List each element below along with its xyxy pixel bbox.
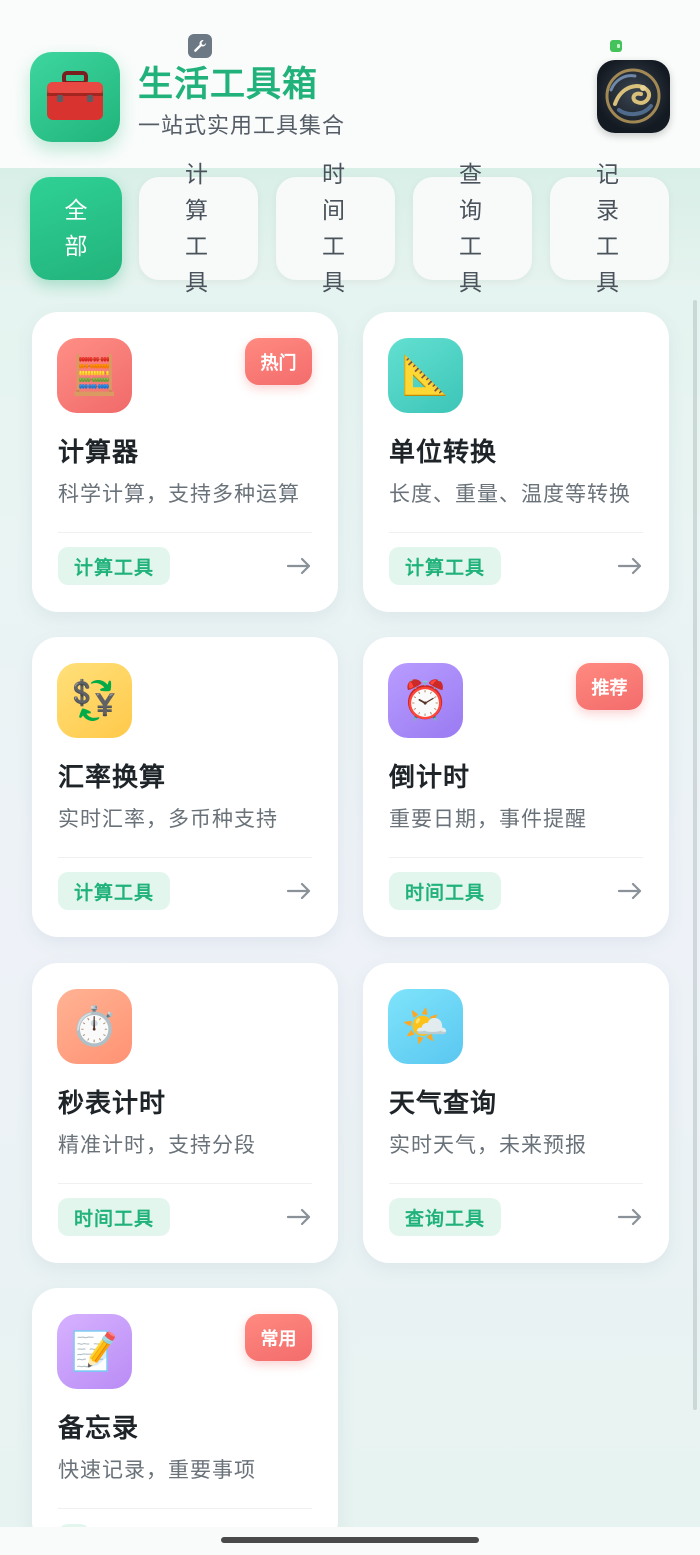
category-tag: 时间工具 bbox=[389, 872, 502, 910]
tab-label: 时间工具 bbox=[322, 161, 349, 296]
alarm-clock-icon: ⏰ bbox=[388, 663, 463, 738]
tool-card-exchange-rate[interactable]: 💱 汇率换算 实时汇率，多币种支持 计算工具 bbox=[32, 637, 338, 937]
triangle-ruler-icon: 📐 bbox=[388, 338, 463, 413]
arrow-right-icon[interactable] bbox=[617, 552, 643, 580]
dragon-avatar-icon[interactable] bbox=[597, 60, 670, 133]
category-tag: 计算工具 bbox=[58, 547, 171, 585]
tool-card-memo[interactable]: 📝 常用 备忘录 快速记录，重要事项 bbox=[32, 1288, 338, 1548]
arrow-right-icon[interactable] bbox=[286, 1203, 312, 1231]
tab-label: 计算工具 bbox=[185, 161, 212, 296]
stopwatch-icon: ⏱️ bbox=[57, 989, 132, 1064]
card-description: 快速记录，重要事项 bbox=[58, 1458, 256, 1482]
card-description: 实时汇率，多币种支持 bbox=[58, 807, 278, 831]
divider bbox=[58, 857, 312, 858]
tab-label: 记录工具 bbox=[596, 161, 623, 296]
card-description: 实时天气，未来预报 bbox=[389, 1133, 587, 1157]
divider bbox=[389, 857, 643, 858]
common-badge: 常用 bbox=[245, 1314, 312, 1361]
tab-record-tools[interactable]: 记录工具 bbox=[550, 162, 669, 296]
wrench-icon bbox=[188, 34, 212, 58]
card-title: 单位转换 bbox=[389, 438, 498, 468]
memo-icon: 📝 bbox=[57, 1314, 132, 1389]
card-description: 科学计算，支持多种运算 bbox=[58, 482, 300, 506]
battery-status-icon bbox=[610, 40, 622, 52]
tool-card-unit-converter[interactable]: 📐 单位转换 长度、重量、温度等转换 计算工具 bbox=[363, 312, 669, 612]
tab-all[interactable]: 全部 bbox=[30, 177, 122, 280]
divider bbox=[58, 532, 312, 533]
divider bbox=[389, 532, 643, 533]
card-title: 计算器 bbox=[58, 438, 140, 468]
tab-label: 查询工具 bbox=[459, 161, 486, 296]
tab-time-tools[interactable]: 时间工具 bbox=[276, 162, 395, 296]
tool-card-calculator[interactable]: 🧮 热门 计算器 科学计算，支持多种运算 计算工具 bbox=[32, 312, 338, 612]
card-description: 长度、重量、温度等转换 bbox=[389, 482, 631, 506]
card-description: 精准计时，支持分段 bbox=[58, 1133, 256, 1157]
card-description: 重要日期，事件提醒 bbox=[389, 807, 587, 831]
category-tag: 计算工具 bbox=[389, 547, 502, 585]
divider bbox=[389, 1183, 643, 1184]
tool-card-stopwatch[interactable]: ⏱️ 秒表计时 精准计时，支持分段 时间工具 bbox=[32, 963, 338, 1263]
tab-query-tools[interactable]: 查询工具 bbox=[413, 162, 532, 296]
card-title: 倒计时 bbox=[389, 763, 471, 793]
tool-card-weather[interactable]: 🌤️ 天气查询 实时天气，未来预报 查询工具 bbox=[363, 963, 669, 1263]
tool-card-countdown[interactable]: ⏰ 推荐 倒计时 重要日期，事件提醒 时间工具 bbox=[363, 637, 669, 937]
card-title: 天气查询 bbox=[389, 1089, 498, 1119]
sun-behind-cloud-icon: 🌤️ bbox=[388, 989, 463, 1064]
home-indicator[interactable] bbox=[221, 1537, 479, 1543]
card-title: 备忘录 bbox=[58, 1414, 140, 1444]
abacus-icon: 🧮 bbox=[57, 338, 132, 413]
card-title: 秒表计时 bbox=[58, 1089, 167, 1119]
toolbox-icon bbox=[30, 52, 120, 142]
currency-exchange-icon: 💱 bbox=[57, 663, 132, 738]
tab-label: 全部 bbox=[64, 197, 88, 260]
recommend-badge: 推荐 bbox=[576, 663, 643, 710]
arrow-right-icon[interactable] bbox=[286, 877, 312, 905]
category-tag: 时间工具 bbox=[58, 1198, 171, 1236]
hot-badge: 热门 bbox=[245, 338, 312, 385]
tab-calc-tools[interactable]: 计算工具 bbox=[139, 162, 258, 296]
category-tag: 计算工具 bbox=[58, 872, 171, 910]
card-title: 汇率换算 bbox=[58, 763, 167, 793]
app-title: 生活工具箱 bbox=[138, 65, 319, 105]
arrow-right-icon[interactable] bbox=[617, 1203, 643, 1231]
app-header: 生活工具箱 一站式实用工具集合 bbox=[0, 0, 700, 168]
divider bbox=[58, 1508, 312, 1509]
category-tag: 查询工具 bbox=[389, 1198, 502, 1236]
arrow-right-icon[interactable] bbox=[617, 877, 643, 905]
divider bbox=[58, 1183, 312, 1184]
app-subtitle: 一站式实用工具集合 bbox=[138, 114, 346, 139]
arrow-right-icon[interactable] bbox=[286, 552, 312, 580]
scrollbar[interactable] bbox=[693, 300, 697, 1410]
